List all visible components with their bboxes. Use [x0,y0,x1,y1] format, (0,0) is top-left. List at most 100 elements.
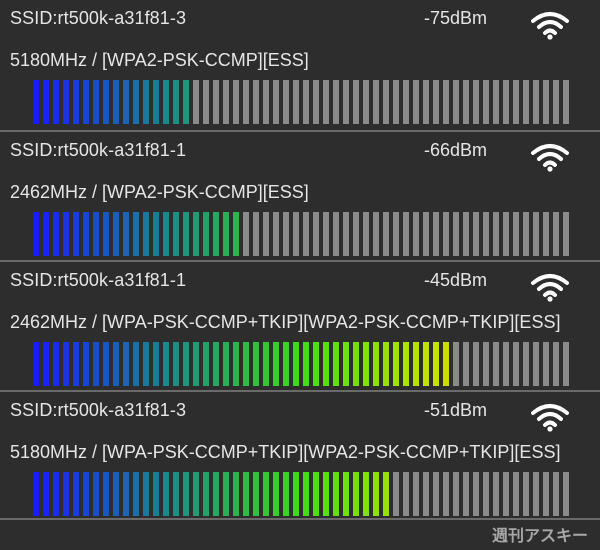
signal-bar-lit [153,472,159,516]
signal-bar-dim [553,80,559,124]
signal-bar-dim [543,212,549,256]
signal-bar-dim [523,472,529,516]
signal-dbm: -51dBm [424,400,488,420]
signal-bar-dim [313,80,319,124]
signal-bar-lit [203,212,209,256]
signal-bar-lit [133,80,139,124]
signal-bar-lit [303,342,309,386]
signal-bar-lit [53,472,59,516]
signal-bar-dim [553,212,559,256]
signal-dbm: -45dBm [424,270,488,290]
signal-bar-lit [233,212,239,256]
signal-bar-dim [483,212,489,256]
signal-bar-dim [553,342,559,386]
wifi-icon [531,404,569,432]
signal-bar-dim [463,472,469,516]
signal-bar-lit [173,212,179,256]
signal-bar-lit [133,212,139,256]
signal-bar-dim [333,212,339,256]
wifi-dot [547,34,553,40]
signal-bar-dim [423,212,429,256]
signal-bar-dim [403,212,409,256]
signal-bar-dim [493,212,499,256]
signal-bar-lit [53,80,59,124]
signal-bar-lit [143,212,149,256]
signal-bar-dim [523,80,529,124]
signal-bar-dim [383,80,389,124]
wifi-arc [537,152,563,161]
network-row[interactable]: SSID:rt500k-a31f81-3 -51dBm 5180MHz / [W… [0,392,600,520]
wifi-icon [531,144,569,172]
signal-bar-dim [463,342,469,386]
signal-bar-lit [63,80,69,124]
signal-bar-dim [413,212,419,256]
signal-bar-lit [233,342,239,386]
signal-bar-dim [243,212,249,256]
network-row[interactable]: SSID:rt500k-a31f81-1 -45dBm 2462MHz / [W… [0,262,600,392]
frequency-security: 5180MHz / [WPA-PSK-CCMP+TKIP][WPA2-PSK-C… [10,442,561,462]
signal-bar-dim [413,472,419,516]
signal-bar-dim [443,80,449,124]
signal-bar-dim [323,80,329,124]
signal-bar-lit [143,342,149,386]
frequency-security: 2462MHz / [WPA-PSK-CCMP+TKIP][WPA2-PSK-C… [10,312,561,332]
signal-bar-lit [323,342,329,386]
signal-bar-lit [73,212,79,256]
signal-bar-dim [223,80,229,124]
signal-bar-lit [193,212,199,256]
signal-bar-dim [473,342,479,386]
wifi-arc [543,28,557,35]
signal-bar-lit [153,342,159,386]
network-row[interactable]: SSID:rt500k-a31f81-3 -75dBm 5180MHz / [W… [0,0,600,132]
network-row[interactable]: SSID:rt500k-a31f81-1 -66dBm 2462MHz / [W… [0,132,600,262]
signal-bar-lit [113,80,119,124]
signal-bar-lit [133,472,139,516]
signal-bar-dim [523,342,529,386]
signal-bar-dim [523,212,529,256]
signal-bar-lit [313,472,319,516]
signal-bar-lit [113,472,119,516]
signal-bar-dim [433,80,439,124]
signal-bar-lit [43,472,49,516]
signal-bar-dim [213,80,219,124]
signal-bar-lit [103,472,109,516]
signal-bar-dim [433,212,439,256]
signal-bar-dim [533,80,539,124]
signal-bar-lit [173,342,179,386]
wifi-icon [531,12,569,40]
signal-bar-lit [203,472,209,516]
ssid-label: SSID:rt500k-a31f81-1 [10,270,187,290]
signal-bar-lit [93,212,99,256]
signal-bar-dim [253,80,259,124]
signal-dbm: -75dBm [424,8,488,28]
wifi-icon [531,274,569,302]
signal-bar-dim [233,80,239,124]
signal-bar-dim [533,212,539,256]
signal-bar-dim [543,472,549,516]
signal-bar-dim [263,212,269,256]
signal-bar-lit [103,80,109,124]
signal-bar-lit [153,80,159,124]
signal-bar-lit [43,342,49,386]
signal-bar-lit [93,472,99,516]
signal-bar-dim [513,342,519,386]
signal-bar-dim [303,80,309,124]
signal-bar-dim [513,472,519,516]
wifi-dot [547,166,553,172]
signal-bar-lit [213,212,219,256]
signal-bar-lit [233,472,239,516]
frequency-security: 5180MHz / [WPA2-PSK-CCMP][ESS] [10,50,309,70]
signal-bar-lit [333,472,339,516]
signal-bar-dim [363,212,369,256]
signal-bar-lit [213,342,219,386]
signal-bar-lit [193,472,199,516]
signal-bar-lit [223,472,229,516]
signal-bar-dim [433,472,439,516]
signal-bar-dim [373,212,379,256]
signal-bar-lit [423,342,429,386]
signal-bar-lit [33,80,39,124]
signal-bar-lit [173,472,179,516]
signal-bar-lit [153,212,159,256]
signal-bar-lit [83,212,89,256]
signal-bar-lit [383,342,389,386]
